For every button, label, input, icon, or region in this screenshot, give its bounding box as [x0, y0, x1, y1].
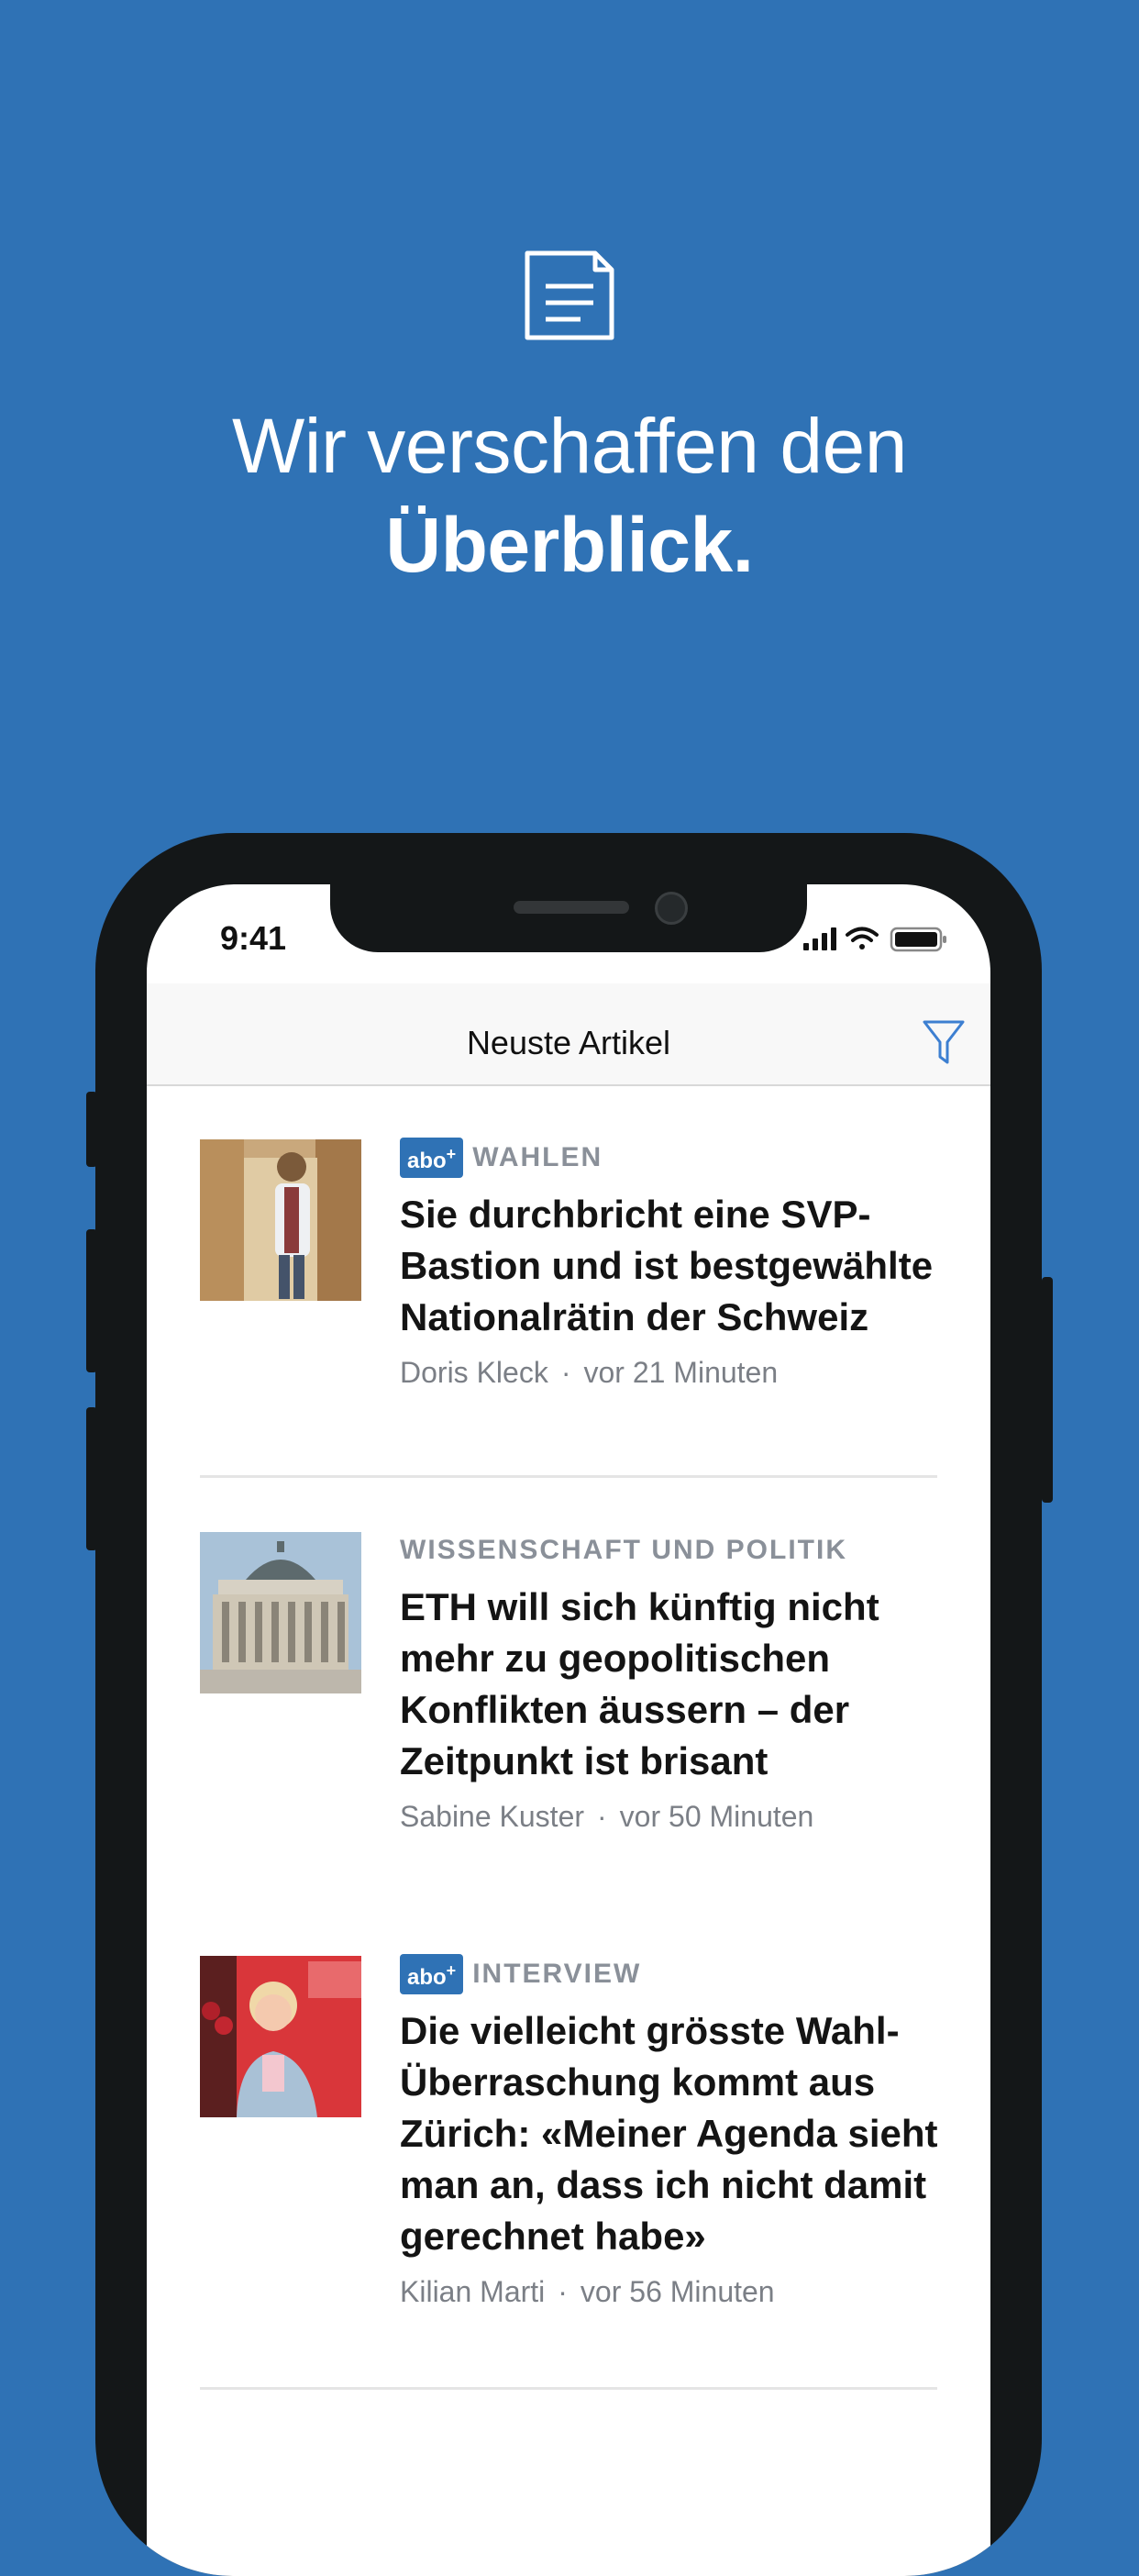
separator-dot: ·: [558, 2275, 568, 2308]
article-category: WISSENSCHAFT UND POLITIK: [400, 1535, 847, 1565]
document-icon: [525, 250, 614, 340]
article-category: INTERVIEW: [472, 1959, 642, 1989]
plus-icon: +: [446, 1961, 457, 1980]
plus-icon: +: [446, 1145, 457, 1163]
nav-title: Neuste Artikel: [466, 1024, 671, 1061]
separator-dot: ·: [597, 1800, 607, 1833]
article-thumbnail: [200, 1139, 361, 1301]
article-title[interactable]: Sie durchbricht eine SVP-Bastion und ist…: [400, 1189, 941, 1343]
battery-icon: [890, 927, 946, 952]
signal-icon: [803, 927, 836, 950]
article-title[interactable]: ETH will sich künftig nicht mehr zu geop…: [400, 1582, 941, 1787]
article-title[interactable]: Die vielleicht grösste Wahl-Überraschung…: [400, 2005, 941, 2262]
status-time: 9:41: [220, 919, 287, 957]
article-content: WISSENSCHAFT UND POLITIK ETH will sich k…: [400, 1532, 941, 1834]
abo-badge-label: abo: [407, 1149, 447, 1173]
hero-headline-line2: Überblick.: [385, 502, 754, 588]
article-thumbnail: [200, 1532, 361, 1693]
article-content: abo+ INTERVIEW Die vielleicht grösste Wa…: [400, 1954, 941, 2309]
article-meta: abo+ WAHLEN: [400, 1138, 941, 1178]
phone-power-button: [1042, 1277, 1053, 1503]
abo-badge: abo+: [400, 1138, 464, 1178]
article-author: Sabine Kuster: [400, 1800, 585, 1833]
notch: [330, 884, 807, 952]
hero-headline: Wir verschaffen den Überblick.: [0, 396, 1139, 594]
phone-screen: 9:41 Neuste Artikel abo+ WAHLEN Sie durc…: [147, 884, 990, 2576]
abo-badge: abo+: [400, 1954, 464, 1994]
hero-headline-line1: Wir verschaffen den: [232, 403, 907, 489]
phone-frame: 9:41 Neuste Artikel abo+ WAHLEN Sie durc…: [95, 833, 1042, 2576]
article-meta: WISSENSCHAFT UND POLITIK: [400, 1532, 941, 1569]
article-author: Doris Kleck: [400, 1356, 548, 1389]
article-content: abo+ WAHLEN Sie durchbricht eine SVP-Bas…: [400, 1138, 941, 1390]
divider: [200, 1475, 937, 1478]
article-time: vor 50 Minuten: [619, 1800, 814, 1833]
article-time: vor 56 Minuten: [580, 2275, 775, 2308]
article-byline: Sabine Kuster · vor 50 Minuten: [400, 1800, 941, 1834]
separator-dot: ·: [560, 1356, 571, 1389]
filter-icon[interactable]: [921, 1018, 967, 1068]
article-byline: Doris Kleck · vor 21 Minuten: [400, 1356, 941, 1390]
nav-bar: Neuste Artikel: [147, 983, 990, 1086]
article-byline: Kilian Marti · vor 56 Minuten: [400, 2275, 941, 2309]
front-camera: [655, 892, 688, 925]
wifi-icon: [846, 927, 879, 949]
article-category: WAHLEN: [472, 1142, 603, 1172]
speaker: [514, 901, 629, 914]
status-icons: [803, 927, 946, 952]
divider: [200, 2387, 937, 2390]
article-thumbnail: [200, 1956, 361, 2117]
abo-badge-label: abo: [407, 1965, 447, 1990]
article-meta: abo+ INTERVIEW: [400, 1954, 941, 1994]
article-time: vor 21 Minuten: [583, 1356, 779, 1389]
article-author: Kilian Marti: [400, 2275, 546, 2308]
